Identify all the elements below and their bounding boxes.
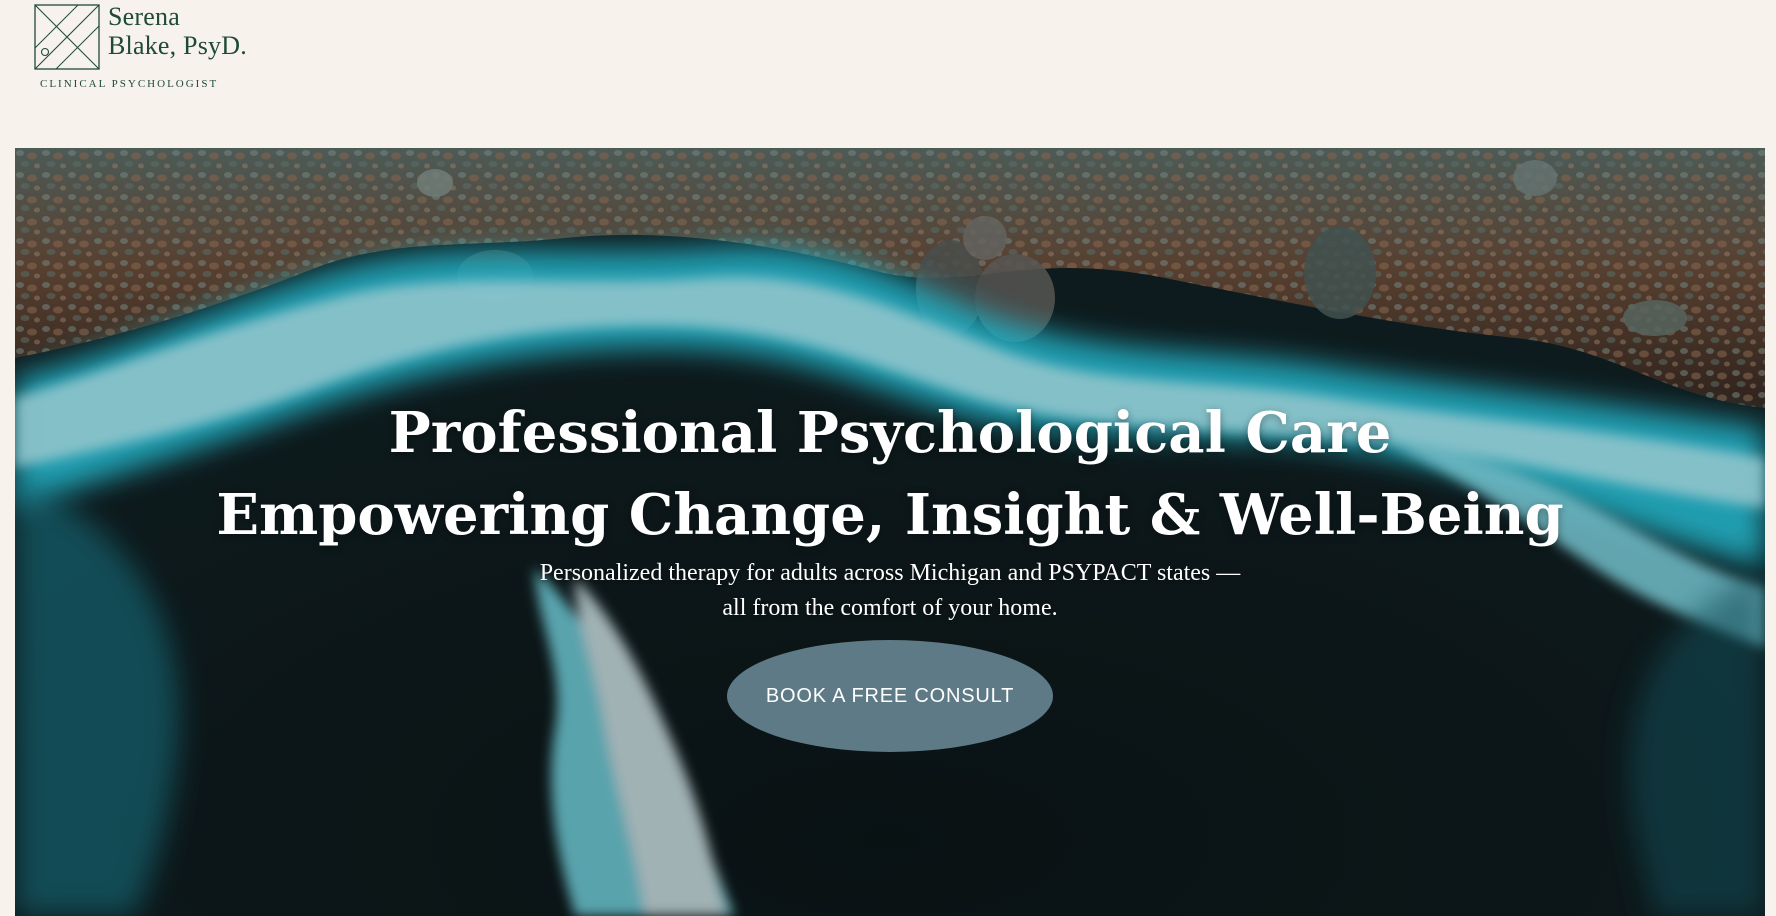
logo-subtitle: CLINICAL PSYCHOLOGIST <box>40 78 219 90</box>
book-free-consult-button[interactable]: BOOK A FREE CONSULT <box>727 640 1053 752</box>
logo-name-line1: Serena <box>108 2 180 31</box>
hero-title: Professional Psychological Care Empoweri… <box>15 392 1765 556</box>
logo-name: Serena Blake, PsyD. <box>108 2 247 60</box>
hero-subtitle: Personalized therapy for adults across M… <box>539 560 1241 621</box>
hero-title-line2: Empowering Change, Insight & Well-Being <box>216 481 1564 548</box>
site-logo[interactable]: Serena Blake, PsyD. CLINICAL PSYCHOLOGIS… <box>34 2 274 92</box>
geometric-x-square-icon <box>34 4 100 70</box>
page: Serena Blake, PsyD. CLINICAL PSYCHOLOGIS… <box>0 0 1776 916</box>
hero-section: Professional Psychological Care Empoweri… <box>15 148 1765 916</box>
hero-title-line1: Professional Psychological Care <box>388 399 1392 466</box>
logo-name-line2: Blake, PsyD. <box>108 31 247 60</box>
